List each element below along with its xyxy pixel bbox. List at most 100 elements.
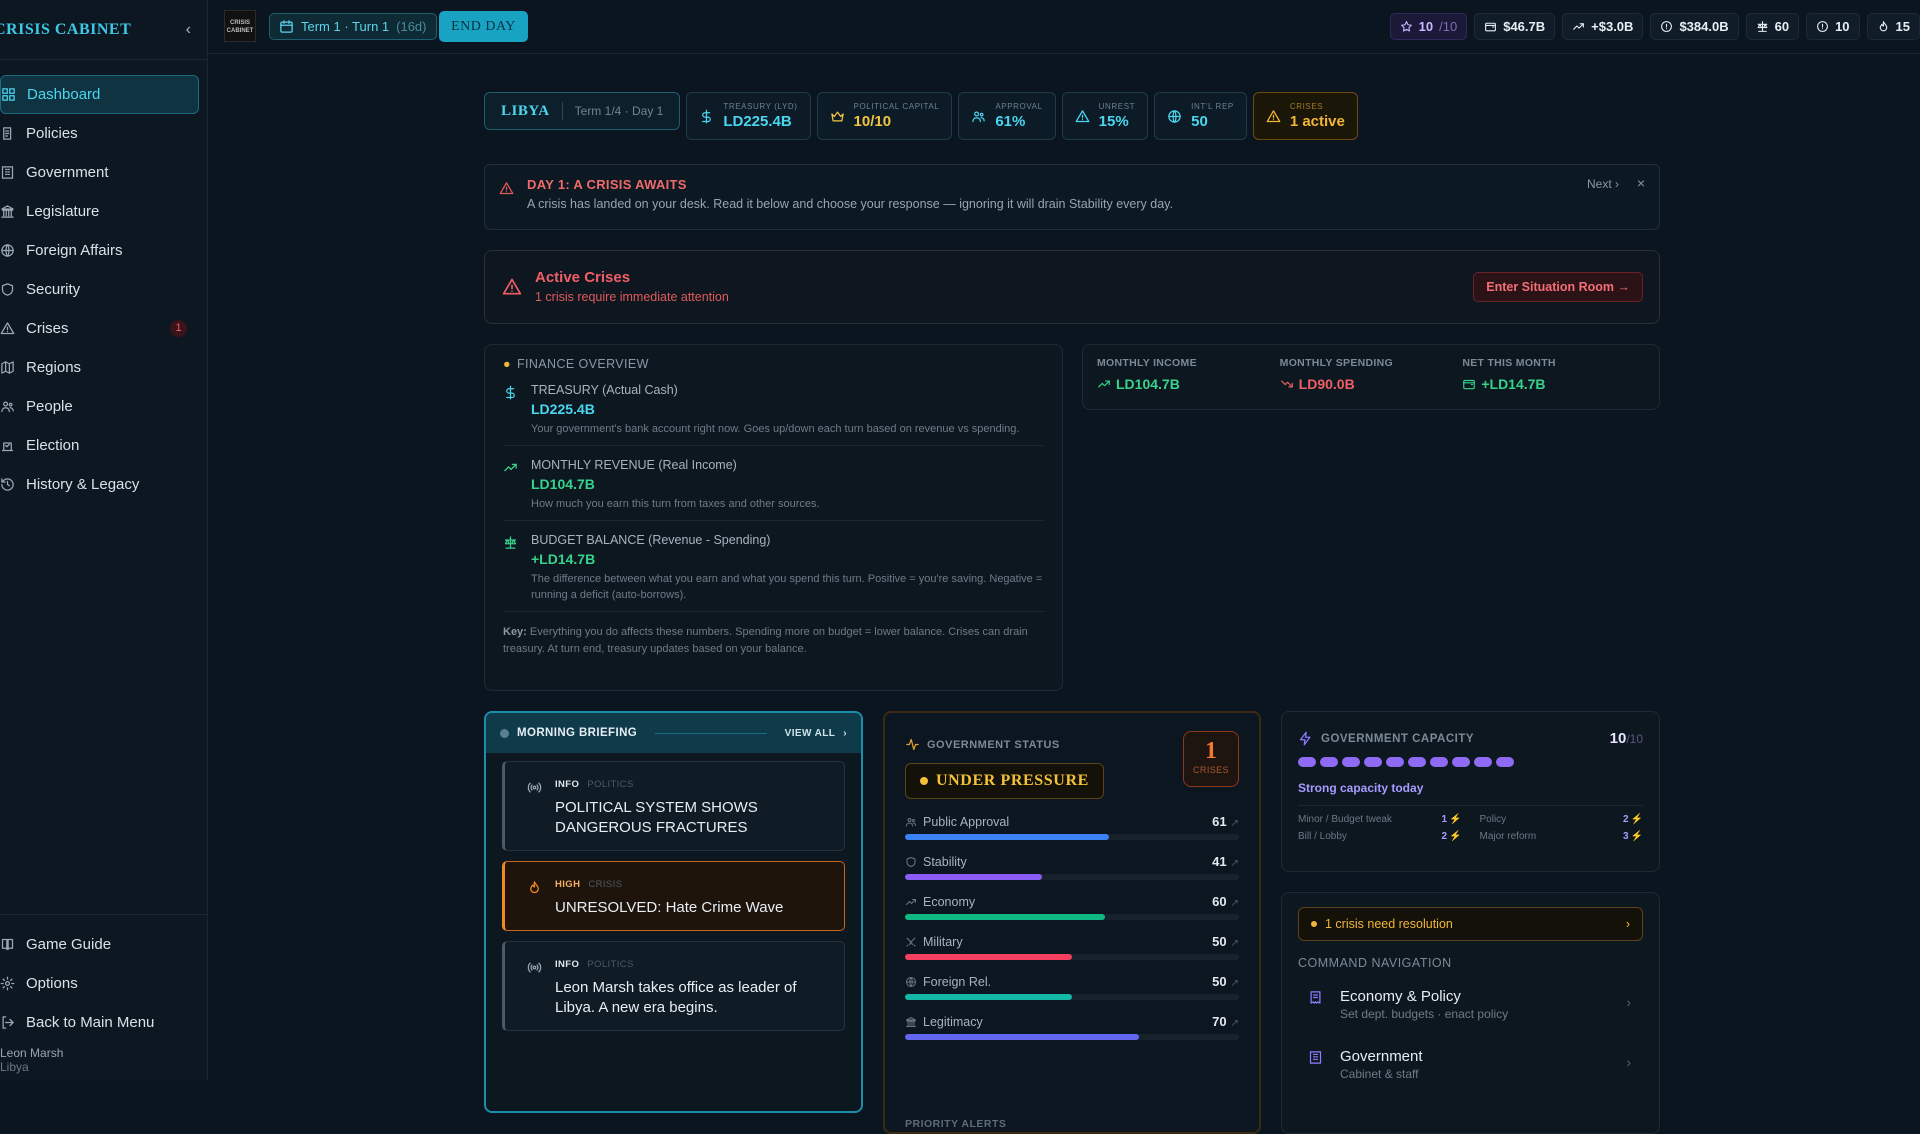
sidebar-item-policies[interactable]: Policies bbox=[0, 114, 199, 153]
briefing-item-header: INFO POLITICS bbox=[555, 774, 830, 792]
country-name: LIBYA bbox=[501, 102, 550, 119]
metric-value-wrap: 50 ↗ bbox=[1212, 974, 1239, 989]
finance-row-desc: The difference between what you earn and… bbox=[531, 573, 1043, 601]
capacity-pip bbox=[1320, 757, 1338, 767]
stat-chip-crises[interactable]: CRISES 1 active bbox=[1252, 92, 1358, 140]
situation-room-button[interactable]: Enter Situation Room → bbox=[1473, 272, 1643, 302]
metric-label: Military bbox=[923, 934, 963, 949]
briefing-item-header: INFO POLITICS bbox=[555, 954, 830, 972]
sidebar-item-options[interactable]: Options bbox=[0, 964, 199, 1003]
sidebar-item-crises[interactable]: Crises 1 bbox=[0, 309, 199, 348]
trend-icon: ↗ bbox=[1230, 898, 1239, 909]
sidebar-item-label: Regions bbox=[26, 359, 82, 376]
morning-briefing: MORNING BRIEFING VIEW ALL › INFO POLITICS… bbox=[484, 711, 863, 1113]
people-icon bbox=[905, 816, 917, 828]
globe-icon bbox=[905, 976, 917, 988]
finance-row-title: BUDGET BALANCE (Revenue - Spending) bbox=[531, 533, 771, 547]
people-icon bbox=[971, 109, 986, 124]
resolve-text: 1 crisis need resolution bbox=[1325, 917, 1453, 931]
logout-icon bbox=[0, 1015, 16, 1030]
metric-value: 50 bbox=[1212, 934, 1227, 949]
stat-wallet[interactable]: $46.7B bbox=[1474, 13, 1556, 40]
stat-scale[interactable]: 60 bbox=[1745, 13, 1800, 40]
metric-stability: Stability 41 ↗ bbox=[905, 854, 1239, 894]
chip-value: 50 bbox=[1191, 113, 1208, 130]
cost-label: Policy bbox=[1479, 814, 1507, 825]
stat-trend-up[interactable]: +$3.0B bbox=[1562, 13, 1644, 40]
command-item-government[interactable]: Government Cabinet & staff › bbox=[1298, 1030, 1643, 1090]
command-item-sub: Cabinet & staff bbox=[1340, 1067, 1419, 1081]
chip-text: UNREST 15% bbox=[1099, 102, 1136, 130]
metric-bar-fill bbox=[905, 1034, 1139, 1040]
lightning-icon: ⚡ bbox=[1449, 831, 1462, 842]
cost-label: Major reform bbox=[1479, 831, 1537, 842]
stat-chip-treasury-lyd[interactable]: TREASURY (LYD) LD225.4B bbox=[686, 92, 811, 140]
sidebar-item-legislature[interactable]: Legislature bbox=[0, 192, 199, 231]
cost-value: 2 ⚡ bbox=[1441, 831, 1461, 842]
gear-icon bbox=[0, 976, 16, 991]
sidebar-item-foreign-affairs[interactable]: Foreign Affairs bbox=[0, 231, 199, 270]
next-button[interactable]: Next › bbox=[1587, 177, 1619, 191]
close-icon[interactable]: × bbox=[1637, 175, 1645, 191]
metric-bar bbox=[905, 834, 1239, 840]
sidebar-item-election[interactable]: Election bbox=[0, 426, 199, 465]
chip-text: INT'L REP 50 bbox=[1191, 102, 1234, 130]
finance-header: ● FINANCE OVERVIEW bbox=[503, 357, 1044, 371]
monthly-net-this-month: NET THIS MONTH +LD14.7B bbox=[1462, 357, 1645, 397]
app-title: CRISIS CABINET bbox=[0, 20, 132, 38]
sidebar-item-history-legacy[interactable]: History & Legacy bbox=[0, 465, 199, 504]
sidebar-item-regions[interactable]: Regions bbox=[0, 348, 199, 387]
briefing-title: MORNING BRIEFING bbox=[517, 727, 638, 739]
lightning-icon: ⚡ bbox=[1449, 814, 1462, 825]
capacity-pip bbox=[1342, 757, 1360, 767]
chevron-left-icon[interactable]: ‹ bbox=[186, 21, 191, 39]
landmark-icon bbox=[0, 204, 16, 219]
warning-icon bbox=[1075, 109, 1090, 124]
metric-bar-fill bbox=[905, 834, 1109, 840]
stat-alert-circle[interactable]: 10 bbox=[1806, 13, 1860, 40]
briefing-item[interactable]: INFO POLITICS POLITICAL SYSTEM SHOWS DANGE… bbox=[502, 761, 845, 851]
end-day-button[interactable]: END DAY bbox=[439, 11, 528, 42]
command-title: COMMAND NAVIGATION bbox=[1298, 956, 1452, 970]
chip-text: CRISES 1 active bbox=[1290, 102, 1345, 130]
sidebar-item-dashboard[interactable]: Dashboard bbox=[0, 75, 199, 114]
sidebar-item-government[interactable]: Government bbox=[0, 153, 199, 192]
stat-alert-circle[interactable]: $384.0B bbox=[1650, 13, 1739, 40]
sidebar-item-security[interactable]: Security bbox=[0, 270, 199, 309]
sidebar-item-label: Dashboard bbox=[27, 86, 101, 103]
capacity-value: 10/10 bbox=[1610, 730, 1643, 747]
command-item-economy-policy[interactable]: Economy & Policy Set dept. budgets · enac… bbox=[1298, 970, 1643, 1030]
term-pill[interactable]: Term 1 · Turn 1 (16d) bbox=[269, 13, 437, 40]
sidebar-item-game-guide[interactable]: Game Guide bbox=[0, 925, 199, 964]
finance-row-value: +LD14.7B bbox=[531, 551, 596, 567]
view-all-button[interactable]: VIEW ALL bbox=[785, 728, 836, 739]
finance-row: MONTHLY REVENUE (Real Income) LD104.7B How… bbox=[503, 458, 1044, 521]
sidebar-item-label: Policies bbox=[26, 125, 78, 142]
stat-chip-unrest[interactable]: UNREST 15% bbox=[1061, 92, 1149, 140]
metric-label: Stability bbox=[923, 854, 967, 869]
chevron-right-icon[interactable]: › bbox=[843, 728, 847, 739]
resolve-banner[interactable]: 1 crisis need resolution › bbox=[1298, 907, 1643, 941]
command-navigation: 1 crisis need resolution › COMMAND NAVIG… bbox=[1281, 892, 1660, 1134]
briefing-item[interactable]: HIGH CRISIS UNRESOLVED: Hate Crime Wave bbox=[502, 861, 845, 931]
stat-star[interactable]: 10/10 bbox=[1389, 13, 1468, 40]
metric-row: Stability 41 ↗ bbox=[905, 854, 1239, 869]
briefing-item[interactable]: INFO POLITICS Leon Marsh takes office as l… bbox=[502, 941, 845, 1031]
metric-label-wrap: Legitimacy bbox=[905, 1015, 983, 1029]
crises-badge: 1 bbox=[170, 320, 187, 337]
sidebar-item-label: Government bbox=[26, 164, 109, 181]
finance-row-value: LD225.4B bbox=[531, 401, 595, 417]
cost-number: 1 bbox=[1441, 814, 1448, 825]
stat-chip-approval[interactable]: APPROVAL 61% bbox=[958, 92, 1056, 140]
finance-row-title: MONTHLY REVENUE (Real Income) bbox=[531, 458, 737, 472]
divider bbox=[655, 732, 767, 734]
stat-chip-political-capital[interactable]: POLITICAL CAPITAL 10/10 bbox=[816, 92, 953, 140]
sidebar-item-people[interactable]: People bbox=[0, 387, 199, 426]
stat-chip-int-l-rep[interactable]: INT'L REP 50 bbox=[1154, 92, 1247, 140]
wallet-icon bbox=[1462, 377, 1476, 391]
crises-counter[interactable]: 1 CRISES bbox=[1183, 731, 1239, 787]
sidebar-item-back-to-main-menu[interactable]: Back to Main Menu bbox=[0, 1003, 199, 1042]
priority-alerts-title: PRIORITY ALERTS bbox=[905, 1118, 1007, 1130]
stat-flame[interactable]: 15 bbox=[1866, 13, 1920, 40]
capacity-title: GOVERNMENT CAPACITY bbox=[1321, 732, 1475, 745]
